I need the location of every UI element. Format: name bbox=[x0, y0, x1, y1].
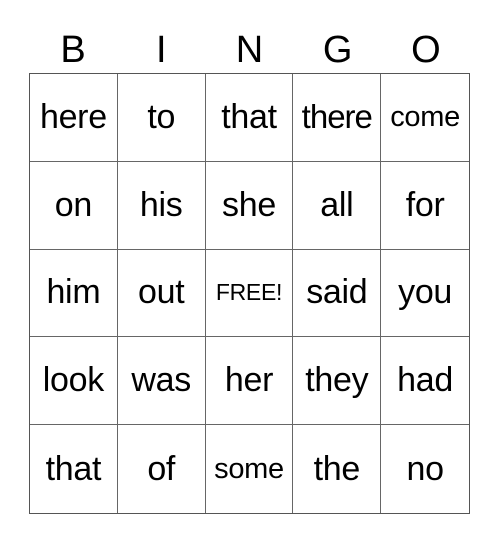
bingo-cell[interactable]: some bbox=[206, 425, 294, 513]
bingo-cell[interactable]: there bbox=[293, 74, 382, 162]
bingo-cell[interactable]: that bbox=[30, 425, 118, 513]
bingo-cell[interactable]: her bbox=[205, 337, 294, 426]
bingo-cell[interactable]: come bbox=[381, 74, 469, 162]
bingo-cell[interactable]: of bbox=[118, 425, 206, 513]
bingo-cell[interactable]: you bbox=[381, 250, 469, 338]
bingo-header: B I N G O bbox=[29, 28, 470, 73]
bingo-card-grid: here to that there come on his she all f… bbox=[29, 73, 470, 514]
header-letter-g: G bbox=[322, 29, 353, 71]
bingo-cell[interactable]: all bbox=[293, 161, 382, 250]
bingo-cell[interactable]: look bbox=[30, 337, 118, 426]
header-letter-o: O bbox=[411, 29, 441, 71]
bingo-cell[interactable]: for bbox=[381, 162, 469, 250]
bingo-cell[interactable]: no bbox=[381, 425, 469, 513]
header-letter-n: N bbox=[235, 29, 264, 71]
bingo-cell[interactable]: they bbox=[293, 337, 382, 426]
bingo-cell[interactable]: she bbox=[205, 161, 294, 250]
bingo-cell[interactable]: out bbox=[117, 249, 206, 338]
bingo-cell[interactable]: on bbox=[30, 161, 118, 250]
bingo-cell[interactable]: the bbox=[293, 425, 382, 513]
bingo-cell[interactable]: was bbox=[117, 337, 206, 426]
bingo-cell[interactable]: said bbox=[293, 249, 382, 338]
bingo-cell[interactable]: here bbox=[30, 74, 118, 162]
bingo-cell[interactable]: his bbox=[117, 161, 206, 250]
header-letter-b: B bbox=[60, 29, 86, 71]
bingo-cell[interactable]: him bbox=[30, 249, 118, 338]
bingo-cell[interactable]: that bbox=[205, 74, 294, 162]
free-space-cell[interactable]: FREE! bbox=[205, 249, 294, 338]
header-letter-i: I bbox=[156, 29, 167, 71]
bingo-cell[interactable]: had bbox=[381, 337, 469, 426]
bingo-cell[interactable]: to bbox=[117, 74, 206, 162]
